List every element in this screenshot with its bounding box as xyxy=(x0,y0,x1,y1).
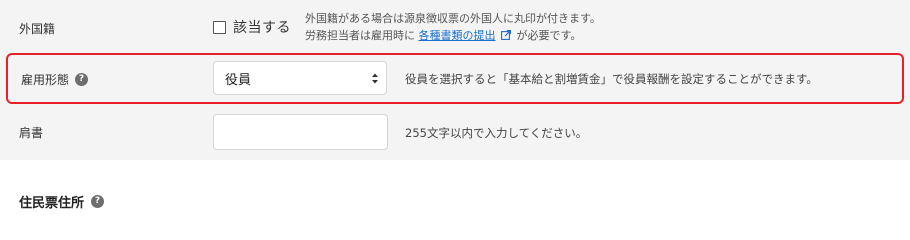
form-row-foreign-nationality: 外国籍 該当する 外国籍がある場合は源泉徴収票の外国人に丸印が付きます。 労務担… xyxy=(0,0,910,54)
foreign-nationality-checkbox[interactable]: 該当する xyxy=(213,17,291,37)
foreign-nationality-label-text: 外国籍 xyxy=(19,22,56,36)
form-section: 外国籍 該当する 外国籍がある場合は源泉徴収票の外国人に丸印が付きます。 労務担… xyxy=(0,0,910,160)
resident-address-heading: 住民票住所 ? xyxy=(19,192,105,211)
note-line-2-suffix: が必要です。 xyxy=(516,29,582,42)
employment-type-label-text: 雇用形態 xyxy=(21,73,70,87)
job-title-label: 肩書 xyxy=(19,124,43,141)
form-row-job-title: 肩書 255文字以内で入力してください。 xyxy=(0,104,910,160)
note-line-2: 労務担当者は雇用時に 各種書類の提出 が必要です。 xyxy=(305,27,601,44)
employment-type-label: 雇用形態 ? xyxy=(21,71,89,88)
form-row-employment-type: 雇用形態 ? 役員 役員を選択すると「基本給と割増賃金」で役員報酬を設定すること… xyxy=(6,53,904,104)
employment-type-help-text: 役員を選択すると「基本給と割増賃金」で役員報酬を設定することができます。 xyxy=(405,72,818,86)
external-link-icon[interactable] xyxy=(501,30,511,40)
job-title-help-text: 255文字以内で入力してください。 xyxy=(405,126,588,140)
checkbox-icon[interactable] xyxy=(213,20,226,34)
job-title-label-text: 肩書 xyxy=(19,126,44,140)
employment-type-selected-value[interactable]: 役員 xyxy=(225,69,251,88)
note-line-1: 外国籍がある場合は源泉徴収票の外国人に丸印が付きます。 xyxy=(305,12,601,25)
resident-address-heading-text: 住民票住所 xyxy=(19,196,85,211)
job-title-input[interactable] xyxy=(213,114,388,150)
foreign-nationality-note: 外国籍がある場合は源泉徴収票の外国人に丸印が付きます。 労務担当者は雇用時に 各… xyxy=(305,10,601,44)
help-icon[interactable]: ? xyxy=(91,195,105,208)
foreign-nationality-label: 外国籍 xyxy=(19,20,55,37)
help-icon[interactable]: ? xyxy=(75,73,89,86)
note-line-2-prefix: 労務担当者は雇用時に xyxy=(305,29,415,42)
checkbox-label[interactable]: 該当する xyxy=(233,17,291,37)
documents-submission-link[interactable]: 各種書類の提出 xyxy=(419,29,496,42)
employment-type-select[interactable]: 役員 xyxy=(213,61,387,95)
select-arrows-icon[interactable] xyxy=(371,72,379,85)
